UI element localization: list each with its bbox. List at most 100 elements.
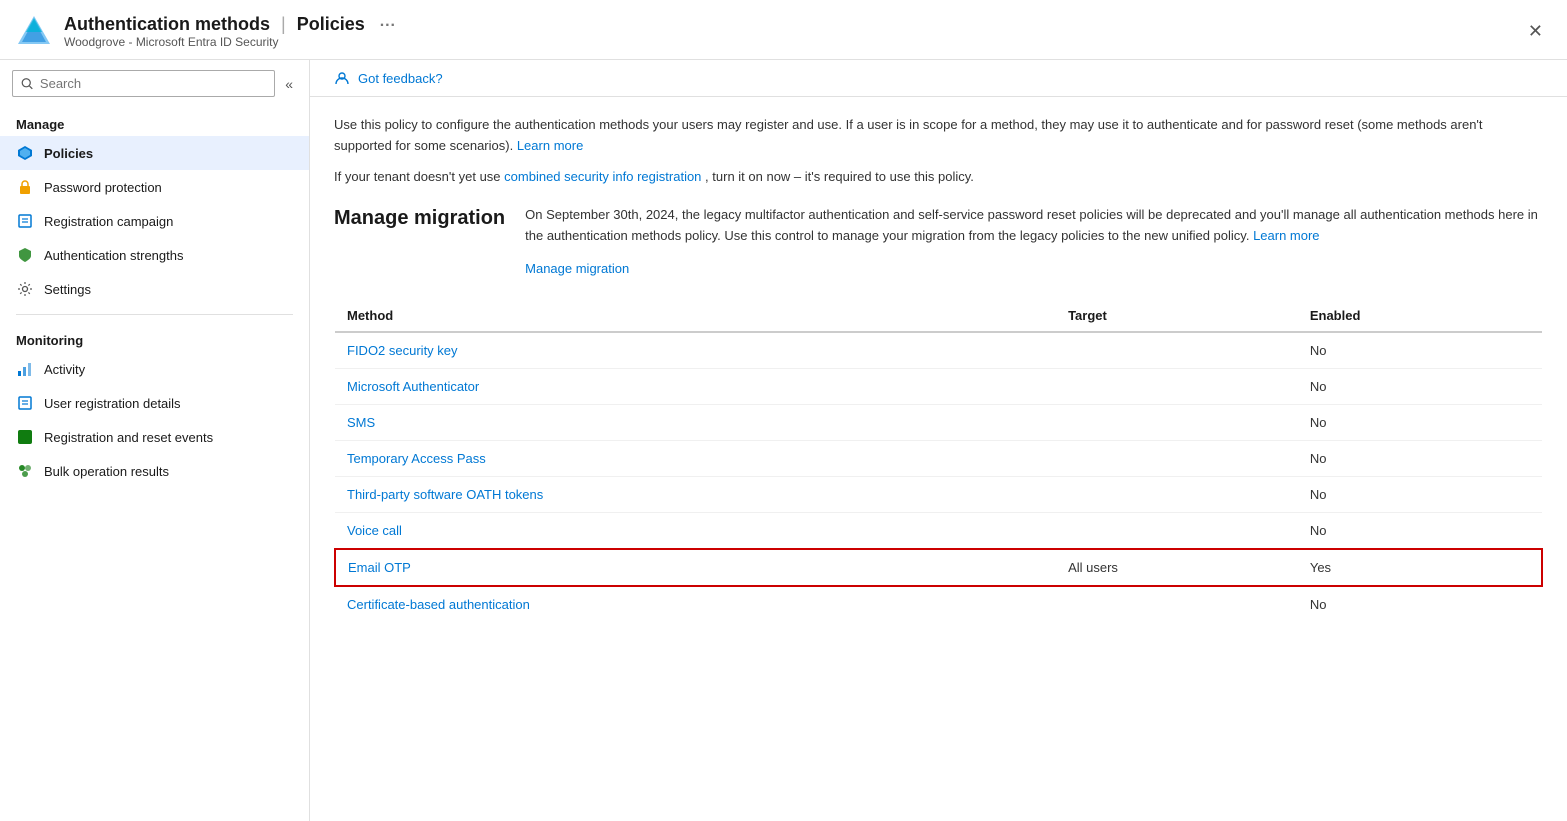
method-link[interactable]: Microsoft Authenticator: [347, 379, 479, 394]
enabled-cell: No: [1298, 404, 1542, 440]
table-section: Method Target Enabled FIDO2 security key…: [334, 300, 1543, 622]
method-link[interactable]: FIDO2 security key: [347, 343, 458, 358]
auth-strengths-icon: [16, 246, 34, 264]
table-row: Microsoft Authenticator No: [335, 368, 1542, 404]
table-header-row: Method Target Enabled: [335, 300, 1542, 332]
target-column-header: Target: [1056, 300, 1298, 332]
sidebar-item-label: Registration and reset events: [44, 430, 213, 445]
feedback-icon: [334, 70, 350, 86]
activity-icon: [16, 360, 34, 378]
registration-campaign-icon: [16, 212, 34, 230]
table-row: Temporary Access Pass No: [335, 440, 1542, 476]
user-registration-icon: [16, 394, 34, 412]
title-left: Authentication methods | Policies ··· Wo…: [16, 14, 396, 50]
method-cell: Email OTP: [335, 549, 1056, 586]
target-cell: [1056, 512, 1298, 549]
sidebar-item-bulk-operation[interactable]: Bulk operation results: [0, 454, 309, 488]
target-cell: All users: [1056, 549, 1298, 586]
main-layout: « Manage Policies Password protection Re…: [0, 60, 1567, 821]
methods-table: Method Target Enabled FIDO2 security key…: [334, 300, 1543, 622]
sidebar: « Manage Policies Password protection Re…: [0, 60, 310, 821]
method-link[interactable]: Certificate-based authentication: [347, 597, 530, 612]
sidebar-item-label: Settings: [44, 282, 91, 297]
collapse-button[interactable]: «: [281, 72, 297, 96]
table-row: Third-party software OATH tokens No: [335, 476, 1542, 512]
enabled-cell: No: [1298, 440, 1542, 476]
method-cell: SMS: [335, 404, 1056, 440]
registration-reset-icon: [16, 428, 34, 446]
sidebar-item-label: Password protection: [44, 180, 162, 195]
learn-more-link-1[interactable]: Learn more: [517, 138, 583, 153]
search-input[interactable]: [40, 76, 266, 91]
table-row: FIDO2 security key No: [335, 332, 1542, 369]
method-link[interactable]: Email OTP: [348, 560, 411, 575]
sidebar-item-label: Registration campaign: [44, 214, 173, 229]
sidebar-item-password-protection[interactable]: Password protection: [0, 170, 309, 204]
sidebar-item-registration-reset[interactable]: Registration and reset events: [0, 420, 309, 454]
sidebar-divider: [16, 314, 293, 315]
combined-security-link[interactable]: combined security info registration: [504, 169, 701, 184]
sidebar-item-label: User registration details: [44, 396, 181, 411]
table-row: SMS No: [335, 404, 1542, 440]
title-text: Authentication methods | Policies ··· Wo…: [64, 14, 396, 49]
table-row: Voice call No: [335, 512, 1542, 549]
sidebar-item-registration-campaign[interactable]: Registration campaign: [0, 204, 309, 238]
method-cell: Certificate-based authentication: [335, 586, 1056, 622]
method-cell: Voice call: [335, 512, 1056, 549]
sidebar-item-user-registration[interactable]: User registration details: [0, 386, 309, 420]
sidebar-item-policies[interactable]: Policies: [0, 136, 309, 170]
method-cell: Microsoft Authenticator: [335, 368, 1056, 404]
sidebar-item-settings[interactable]: Settings: [0, 272, 309, 306]
method-link[interactable]: Temporary Access Pass: [347, 451, 486, 466]
search-icon: [21, 77, 34, 91]
enabled-column-header: Enabled: [1298, 300, 1542, 332]
sidebar-item-auth-strengths[interactable]: Authentication strengths: [0, 238, 309, 272]
table-row: Certificate-based authentication No: [335, 586, 1542, 622]
enabled-cell: No: [1298, 368, 1542, 404]
title-ellipsis[interactable]: ···: [380, 17, 396, 34]
enabled-cell: No: [1298, 586, 1542, 622]
search-row: «: [0, 60, 309, 107]
app-icon: [16, 14, 52, 50]
method-cell: Temporary Access Pass: [335, 440, 1056, 476]
sidebar-item-activity[interactable]: Activity: [0, 352, 309, 386]
enabled-cell: No: [1298, 512, 1542, 549]
enabled-cell: Yes: [1298, 549, 1542, 586]
enabled-cell: No: [1298, 476, 1542, 512]
target-cell: [1056, 332, 1298, 369]
migrate-section: Manage migration On September 30th, 2024…: [334, 205, 1543, 279]
sidebar-item-label: Activity: [44, 362, 85, 377]
migrate-desc: On September 30th, 2024, the legacy mult…: [525, 205, 1543, 279]
method-cell: Third-party software OATH tokens: [335, 476, 1056, 512]
title-bar: Authentication methods | Policies ··· Wo…: [0, 0, 1567, 60]
policies-icon: [16, 144, 34, 162]
subtitle: Woodgrove - Microsoft Entra ID Security: [64, 35, 396, 49]
enabled-cell: No: [1298, 332, 1542, 369]
password-protection-icon: [16, 178, 34, 196]
search-box[interactable]: [12, 70, 275, 97]
content-area: Got feedback? Use this policy to configu…: [310, 60, 1567, 821]
bulk-operation-icon: [16, 462, 34, 480]
close-button[interactable]: ✕: [1520, 17, 1551, 46]
method-cell: FIDO2 security key: [335, 332, 1056, 369]
method-column-header: Method: [335, 300, 1056, 332]
migration-learn-more-link[interactable]: Learn more: [1253, 228, 1319, 243]
manage-section-label: Manage: [0, 107, 309, 136]
desc-line-2: If your tenant doesn't yet use combined …: [334, 167, 1543, 188]
page-title: Authentication methods | Policies ···: [64, 14, 396, 35]
target-cell: [1056, 440, 1298, 476]
target-cell: [1056, 586, 1298, 622]
settings-icon: [16, 280, 34, 298]
method-link[interactable]: SMS: [347, 415, 375, 430]
desc-line-1: Use this policy to configure the authent…: [334, 115, 1543, 157]
sidebar-item-label: Bulk operation results: [44, 464, 169, 479]
migrate-header: Manage migration On September 30th, 2024…: [334, 205, 1543, 279]
feedback-label: Got feedback?: [358, 71, 443, 86]
method-link[interactable]: Third-party software OATH tokens: [347, 487, 543, 502]
method-link[interactable]: Voice call: [347, 523, 402, 538]
sidebar-item-label: Authentication strengths: [44, 248, 183, 263]
manage-migration-link[interactable]: Manage migration: [525, 259, 1543, 280]
feedback-bar[interactable]: Got feedback?: [310, 60, 1567, 97]
table-row: Email OTP All usersYes: [335, 549, 1542, 586]
sidebar-item-label: Policies: [44, 146, 93, 161]
